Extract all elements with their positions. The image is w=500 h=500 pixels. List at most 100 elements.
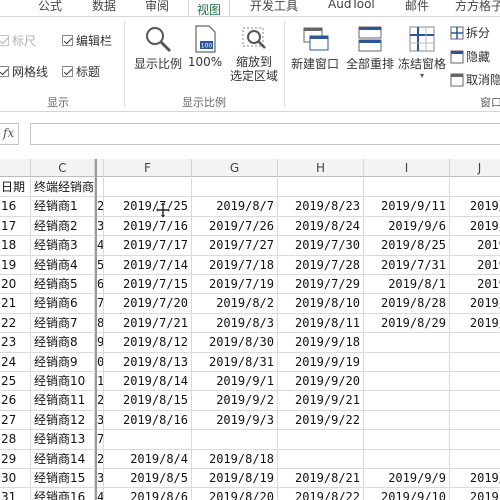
cell-c[interactable]: 经销商5 [31, 275, 95, 295]
hide-button[interactable]: 隐藏 [450, 48, 490, 65]
cell-h[interactable]: 2019/7/30 [278, 236, 364, 256]
cell-h[interactable]: 2019/9/18 [278, 333, 364, 353]
cell-h[interactable]: 2019/8/22 [278, 488, 364, 500]
unhide-button[interactable]: 取消隐 [450, 71, 500, 88]
new-window-button[interactable]: 新建窗口 [288, 24, 342, 72]
cell-d[interactable]: 4 [97, 236, 104, 256]
cell-i[interactable] [364, 333, 450, 353]
cell-f[interactable]: 2019/8/5 [104, 469, 192, 489]
cell-f[interactable] [104, 430, 192, 450]
cell-j[interactable] [450, 430, 500, 450]
cell-d[interactable]: 1 [97, 372, 104, 392]
cell-j[interactable]: 2019 [450, 256, 500, 275]
cell-c[interactable]: 经销商1 [31, 197, 95, 217]
cell-a[interactable]: 25 [0, 372, 31, 392]
cell-d[interactable]: 3 [97, 216, 104, 237]
cell-g[interactable]: 2019/8/2 [192, 294, 278, 314]
cell-g[interactable]: 2019/7/27 [192, 236, 278, 256]
cell-c[interactable]: 经销商4 [31, 255, 95, 275]
header-cell-g[interactable] [192, 178, 278, 198]
cell-i[interactable]: 2019/7/31 [364, 255, 450, 275]
cell-c[interactable]: 经销商11 [31, 391, 95, 411]
cell-d[interactable]: 2 [97, 197, 104, 217]
cell-i[interactable] [364, 352, 450, 372]
cell-c[interactable]: 经销商16 [31, 488, 95, 500]
cell-i[interactable]: 2019/9/10 [364, 488, 450, 500]
cell-f[interactable]: 2019/7/17 [104, 236, 192, 256]
cell-c[interactable]: 经销商12 [31, 410, 95, 431]
column-header-j[interactable]: J [450, 159, 500, 177]
split-button[interactable]: 拆分 [450, 24, 490, 41]
cell-d[interactable]: 0 [97, 352, 104, 372]
header-cell-i[interactable] [364, 178, 450, 198]
cell-f[interactable]: 2019/7/20 [104, 294, 192, 314]
cell-i[interactable] [364, 391, 450, 411]
cell-a[interactable]: 16 [0, 197, 31, 217]
cell-i[interactable]: 2019/9/9 [364, 469, 450, 489]
cell-c[interactable]: 经销商10 [31, 372, 95, 392]
cell-a[interactable]: 22 [0, 313, 31, 334]
cell-j[interactable]: 2019 [450, 236, 500, 256]
cell-a[interactable]: 18 [0, 236, 31, 256]
cell-g[interactable]: 2019/8/19 [192, 469, 278, 489]
column-header-g[interactable]: G [192, 159, 278, 177]
cell-c[interactable]: 经销商3 [31, 236, 95, 256]
tab-fangfang-gezi[interactable]: 方方格子 [455, 0, 500, 14]
cell-h[interactable] [278, 430, 364, 450]
cell-j[interactable]: 2019/ [450, 217, 500, 237]
cell-f[interactable]: 2019/8/14 [104, 372, 192, 392]
cell-f[interactable]: 2019/8/4 [104, 449, 192, 469]
cell-g[interactable]: 2019/7/18 [192, 255, 278, 275]
cell-g[interactable]: 2019/9/1 [192, 372, 278, 392]
tab-data[interactable]: 数据 [92, 0, 116, 14]
cell-j[interactable] [450, 333, 500, 353]
cell-h[interactable]: 2019/8/24 [278, 216, 364, 237]
cell-d[interactable]: 4 [97, 488, 104, 500]
column-header-f[interactable]: F [104, 159, 192, 177]
cell-c[interactable]: 经销商2 [31, 216, 95, 237]
header-cell-a[interactable]: 日期 [0, 178, 31, 198]
cell-j[interactable]: 2019/ [450, 314, 500, 334]
cell-g[interactable]: 2019/9/2 [192, 391, 278, 411]
zoom-to-selection-button[interactable]: 缩放到 选定区域 [228, 24, 280, 83]
cell-a[interactable]: 23 [0, 333, 31, 353]
column-header-left[interactable] [0, 159, 31, 177]
cell-d[interactable]: 9 [97, 333, 104, 353]
cell-f[interactable]: 2019/7/21 [104, 313, 192, 334]
cell-d[interactable]: 3 [97, 410, 104, 431]
tab-view[interactable]: 视图 [188, 0, 231, 16]
header-cell-c[interactable]: 终端经销商 [31, 178, 95, 198]
cell-j[interactable]: 2019/ [450, 469, 500, 489]
tab-audtool[interactable]: AudTool [328, 0, 375, 11]
cell-a[interactable]: 27 [0, 410, 31, 431]
cell-h[interactable]: 2019/7/28 [278, 255, 364, 275]
cell-f[interactable]: 2019/7/25 [104, 197, 192, 217]
cell-i[interactable]: 2019/8/28 [364, 294, 450, 314]
cell-j[interactable] [450, 353, 500, 372]
cell-j[interactable]: 2019 [450, 275, 500, 295]
cell-a[interactable]: 31 [0, 488, 31, 500]
cell-a[interactable]: 19 [0, 255, 31, 275]
formula-input[interactable] [30, 123, 500, 145]
cell-h[interactable] [278, 449, 364, 469]
cell-g[interactable]: 2019/9/3 [192, 410, 278, 431]
cell-i[interactable]: 2019/9/6 [364, 216, 450, 237]
cell-h[interactable]: 2019/7/29 [278, 275, 364, 295]
cell-d[interactable]: 7 [97, 430, 104, 450]
cell-i[interactable] [364, 449, 450, 469]
headings-checkbox[interactable]: 标题 [62, 63, 100, 80]
header-cell-j[interactable] [450, 178, 500, 198]
cell-g[interactable]: 2019/8/20 [192, 488, 278, 500]
cell-j[interactable]: 2019/ [450, 197, 500, 217]
cell-i[interactable] [364, 410, 450, 431]
cell-a[interactable]: 20 [0, 275, 31, 295]
fx-icon[interactable]: fx [3, 126, 14, 140]
cell-a[interactable]: 30 [0, 469, 31, 489]
zoom-button[interactable]: 显示比例 [131, 24, 185, 72]
arrange-all-button[interactable]: 全部重排 [343, 24, 397, 72]
cell-f[interactable]: 2019/8/13 [104, 352, 192, 372]
column-header-d[interactable] [97, 159, 104, 177]
cell-d[interactable]: 7 [97, 294, 104, 314]
cell-g[interactable]: 2019/8/7 [192, 197, 278, 217]
tab-developer[interactable]: 开发工具 [250, 0, 298, 14]
